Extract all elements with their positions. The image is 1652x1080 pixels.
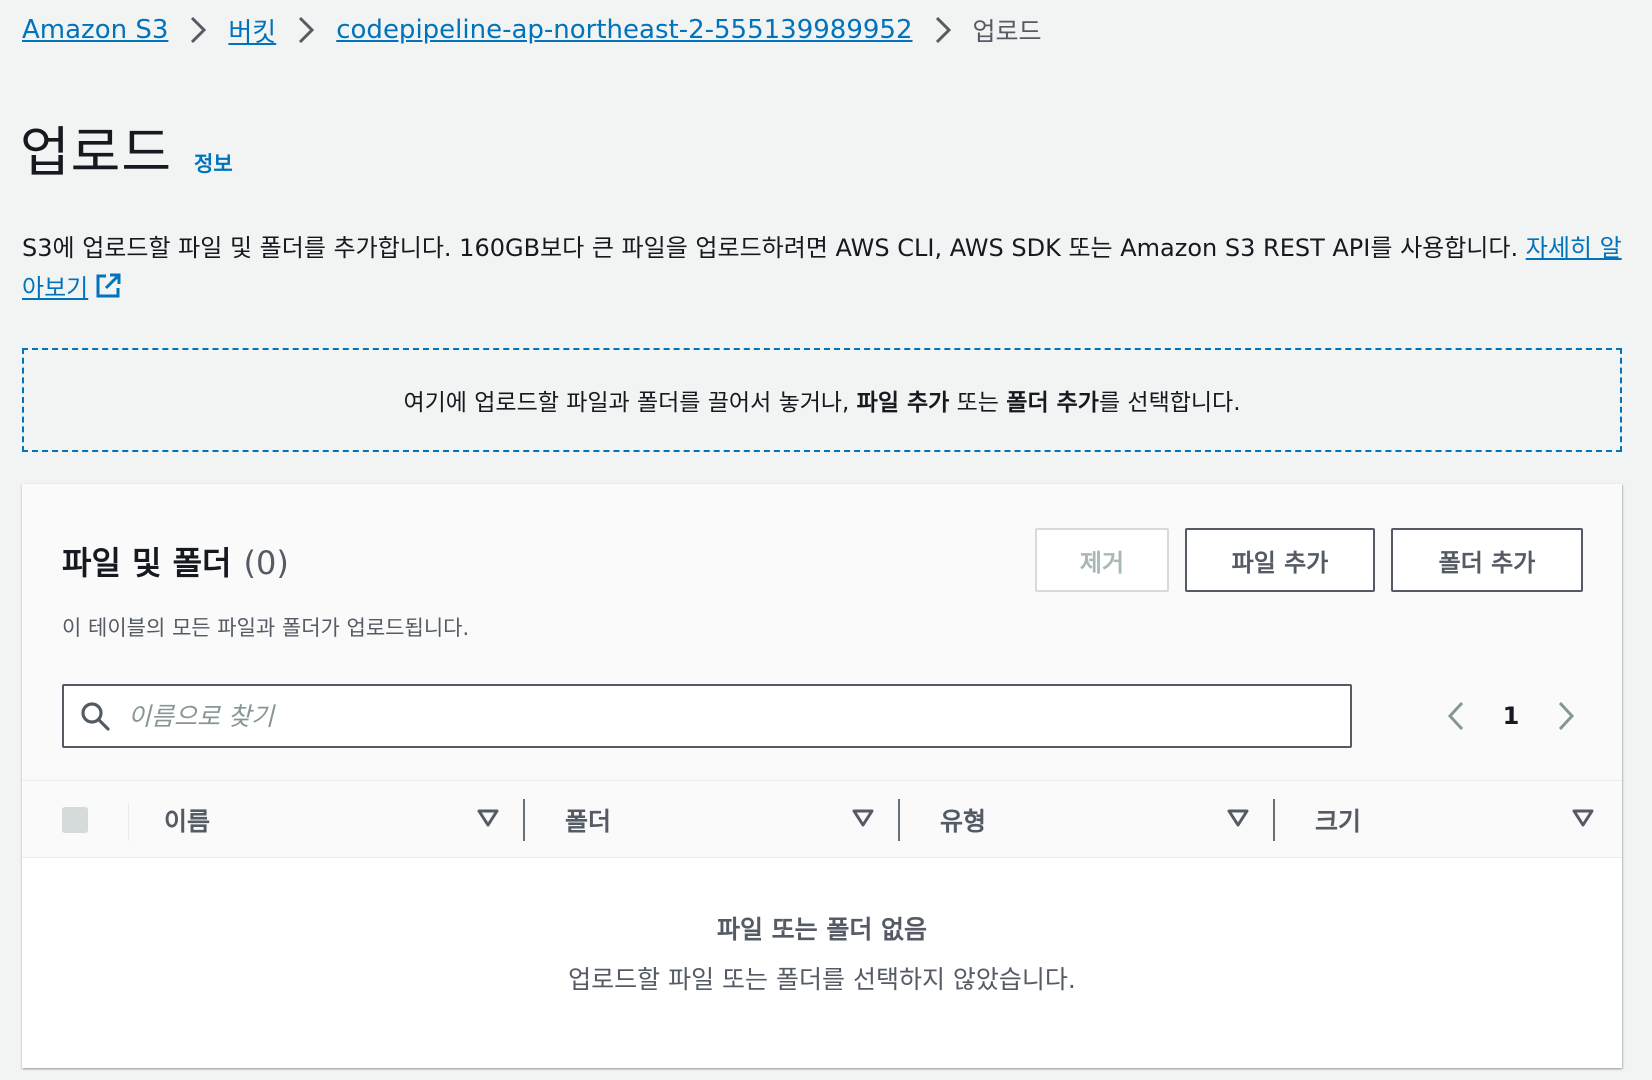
chevron-right-icon (168, 15, 228, 45)
next-page-icon[interactable] (1546, 700, 1586, 732)
dropzone-suffix: 를 선택합니다. (1098, 390, 1241, 416)
breadcrumb-buckets[interactable]: 버킷 (228, 12, 276, 49)
search-input[interactable] (128, 701, 1308, 731)
column-size-label: 크기 (1315, 807, 1362, 836)
sort-caret-icon (1227, 809, 1249, 827)
chevron-right-icon (276, 15, 336, 45)
dropzone-text: 여기에 업로드할 파일과 폴더를 끌어서 놓거나, 파일 추가 또는 폴더 추가… (403, 383, 1240, 417)
search-box (62, 684, 1352, 748)
panel-subtitle: 이 테이블의 모든 파일과 폴더가 업로드됩니다. (62, 616, 470, 640)
table-body: 파일 또는 폴더 없음 업로드할 파일 또는 폴더를 선택하지 않았습니다. (22, 858, 1622, 1068)
files-folders-panel: 파일 및 폴더 (0) 이 테이블의 모든 파일과 폴더가 업로드됩니다. 제거… (22, 484, 1622, 1068)
chevron-right-icon (913, 15, 973, 45)
column-header-name[interactable]: 이름 (128, 781, 525, 859)
breadcrumb-current: 업로드 (972, 17, 1042, 46)
description-text: S3에 업로드할 파일 및 폴더를 추가합니다. 160GB보다 큰 파일을 업… (22, 234, 1519, 262)
page-number[interactable]: 1 (1476, 702, 1546, 730)
column-type-label: 유형 (940, 807, 987, 836)
sort-caret-icon (852, 809, 874, 827)
pagination: 1 (1436, 684, 1586, 748)
column-divider[interactable] (898, 799, 900, 841)
column-divider[interactable] (523, 799, 525, 841)
panel-count: (0) (243, 544, 289, 582)
empty-state-subtitle: 업로드할 파일 또는 폴더를 선택하지 않았습니다. (568, 965, 1076, 994)
page-title: 업로드 (20, 121, 173, 184)
dropzone-add-folder: 폴더 추가 (1006, 390, 1099, 416)
column-header-type[interactable]: 유형 (902, 781, 1275, 859)
search-icon (80, 701, 110, 731)
panel-header: 파일 및 폴더 (0) (62, 538, 289, 584)
upload-dropzone[interactable]: 여기에 업로드할 파일과 폴더를 끌어서 놓거나, 파일 추가 또는 폴더 추가… (22, 348, 1622, 452)
breadcrumb-bucket-name[interactable]: codepipeline-ap-northeast-2-555139989952 (336, 15, 912, 45)
column-divider[interactable] (1273, 799, 1275, 841)
sort-caret-icon (1572, 809, 1594, 827)
page-description: S3에 업로드할 파일 및 폴더를 추가합니다. 160GB보다 큰 파일을 업… (22, 228, 1622, 312)
page-header: 업로드 정보 (20, 108, 233, 187)
previous-page-icon[interactable] (1436, 700, 1476, 732)
external-link-icon (94, 272, 122, 312)
breadcrumb: Amazon S3 버킷 codepipeline-ap-northeast-2… (22, 12, 1042, 48)
column-name-label: 이름 (164, 807, 211, 836)
column-folder-label: 폴더 (565, 807, 612, 836)
table-header: 이름 폴더 유형 크기 (22, 780, 1622, 858)
panel-title: 파일 및 폴더 (62, 544, 232, 582)
sort-caret-icon (477, 809, 499, 827)
add-files-button[interactable]: 파일 추가 (1185, 528, 1375, 592)
dropzone-add-files: 파일 추가 (856, 390, 950, 416)
add-folder-button[interactable]: 폴더 추가 (1391, 528, 1583, 592)
dropzone-middle: 또는 (949, 390, 1007, 416)
select-all-checkbox[interactable] (62, 807, 88, 833)
dropzone-prefix: 여기에 업로드할 파일과 폴더를 끌어서 놓거나, (403, 390, 857, 416)
info-link[interactable]: 정보 (194, 148, 233, 178)
column-header-size[interactable]: 크기 (1277, 781, 1622, 859)
empty-state-title: 파일 또는 폴더 없음 (716, 915, 928, 944)
remove-button[interactable]: 제거 (1035, 528, 1169, 592)
column-header-folder[interactable]: 폴더 (527, 781, 900, 859)
breadcrumb-amazon-s3[interactable]: Amazon S3 (22, 15, 168, 45)
